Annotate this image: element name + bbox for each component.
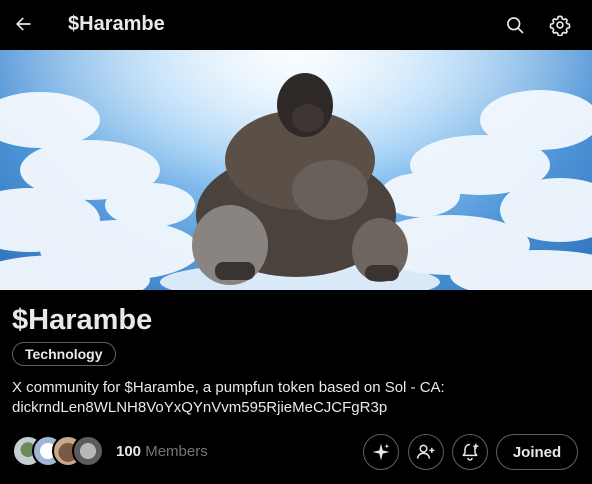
community-name: $Harambe [12,304,153,336]
community-description: X community for $Harambe, a pumpfun toke… [12,378,572,418]
arrow-left-icon [16,17,31,31]
grok-button[interactable] [363,434,399,470]
joined-button[interactable]: Joined [496,434,578,470]
add-user-icon [416,444,435,459]
page-title: $Harambe [68,13,165,35]
avatar [72,435,104,467]
new-post-icon [462,443,479,461]
sparkle-icon [372,443,390,461]
member-count-number: 100 [116,443,142,460]
invite-button[interactable] [408,434,444,470]
member-count-label: Members [141,443,208,460]
notifications-button[interactable] [452,434,488,470]
search-icon [507,17,524,34]
back-button[interactable] [6,7,40,41]
description-line: X community for $Harambe, a pumpfun toke… [12,379,445,396]
banner-image [0,50,592,290]
description-line: dickrndLen8WLNH8VoYxQYnVvm595RjieMeCJCFg… [12,399,388,416]
settings-button[interactable] [543,8,577,42]
member-count[interactable]: 100 Members [116,443,208,461]
top-bar: $Harambe [0,0,592,50]
search-button[interactable] [498,8,532,42]
member-avatars[interactable] [12,435,108,469]
community-banner [0,50,592,290]
gear-icon [549,15,571,36]
topic-tag[interactable]: Technology [12,342,116,366]
